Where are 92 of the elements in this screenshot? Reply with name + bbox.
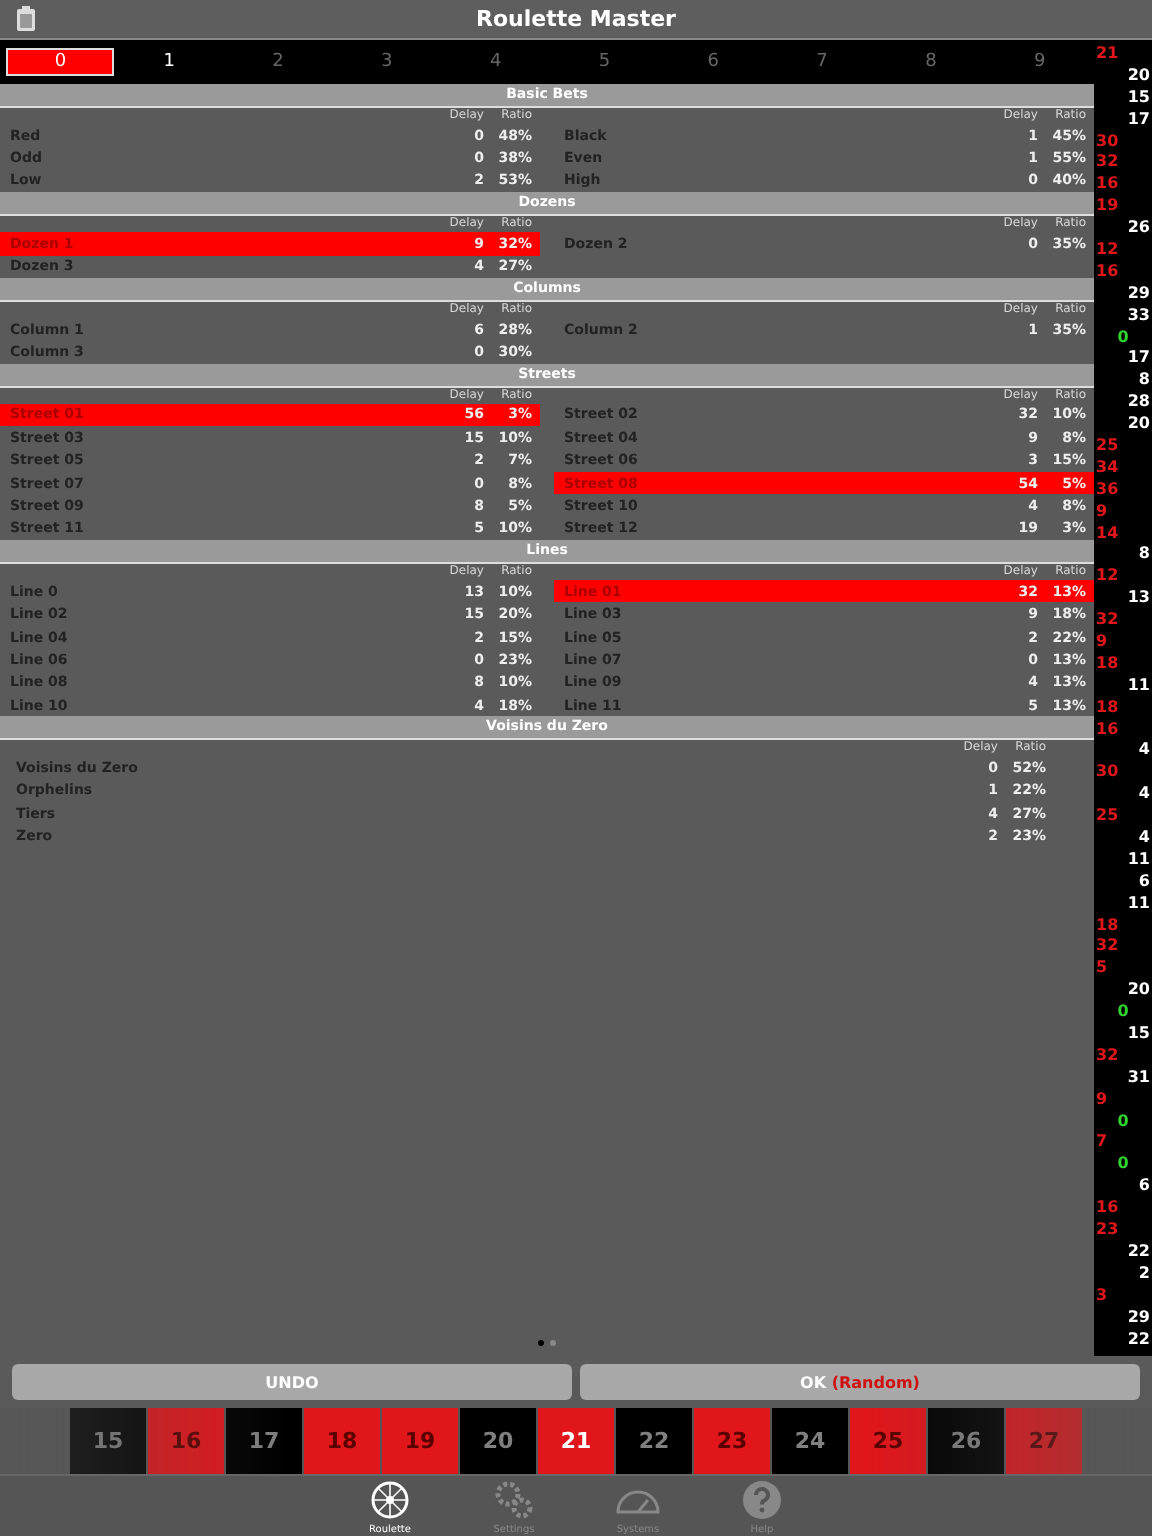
history-number: 0 — [1117, 1154, 1129, 1177]
number-tile[interactable]: 23 — [694, 1408, 770, 1474]
history-number: 28 — [1127, 392, 1150, 415]
page-dot[interactable] — [550, 1339, 556, 1346]
history-number: 9 — [1096, 632, 1108, 654]
history-number: 5 — [1096, 958, 1108, 981]
digit-tab[interactable]: 0 — [6, 47, 115, 76]
history-number: 14 — [1096, 523, 1119, 545]
history-number: 18 — [1096, 697, 1119, 720]
history-number: 19 — [1096, 196, 1119, 219]
number-tile[interactable]: 26 — [928, 1408, 1004, 1474]
history-number: 9 — [1096, 501, 1108, 524]
window-title: Roulette Master — [476, 5, 676, 32]
history-number: 2 — [1138, 1263, 1150, 1286]
history-number: 7 — [1096, 1132, 1108, 1155]
history-number: 16 — [1096, 1198, 1119, 1221]
history-number: 15 — [1127, 87, 1150, 110]
history-number: 8 — [1138, 544, 1150, 567]
history-number: 16 — [1096, 719, 1119, 741]
history-number: 23 — [1096, 1220, 1119, 1242]
history-number: 9 — [1096, 1089, 1108, 1112]
number-tile[interactable]: 27 — [1006, 1408, 1082, 1474]
digit-tab[interactable]: 7 — [767, 49, 877, 74]
history-number: 22 — [1127, 1329, 1150, 1351]
history-number: 6 — [1138, 871, 1150, 894]
history-number: 30 — [1096, 131, 1119, 153]
history-number: 3 — [1096, 1285, 1108, 1308]
history-number: 32 — [1096, 936, 1119, 959]
number-tile[interactable]: 15 — [70, 1408, 146, 1474]
number-tile[interactable]: 21 — [538, 1408, 614, 1474]
history-number: 22 — [1127, 1241, 1150, 1264]
history-number: 6 — [1138, 1176, 1150, 1199]
history-number: 20 — [1127, 414, 1150, 436]
digit-tab[interactable]: 2 — [223, 49, 333, 74]
history-number: 32 — [1096, 610, 1119, 632]
history-number: 11 — [1127, 675, 1150, 698]
history-number: 20 — [1127, 980, 1150, 1003]
history-number: 20 — [1127, 65, 1150, 88]
history-number: 17 — [1127, 109, 1150, 132]
digit-tab[interactable]: 5 — [550, 49, 659, 74]
history-number: 4 — [1138, 828, 1150, 850]
history-number: 31 — [1127, 1067, 1150, 1090]
help-icon — [742, 1480, 782, 1520]
wheel-icon — [370, 1480, 410, 1520]
history-number: 29 — [1127, 283, 1150, 306]
history-number: 21 — [1096, 43, 1119, 66]
digit-tab[interactable]: 6 — [658, 49, 768, 74]
history-number: 32 — [1096, 152, 1119, 175]
number-tile[interactable]: 22 — [616, 1408, 692, 1474]
history-number: 29 — [1127, 1307, 1150, 1329]
history-number: 30 — [1096, 762, 1119, 785]
history-number: 16 — [1096, 174, 1119, 197]
history-number: 33 — [1127, 305, 1150, 328]
history-number: 13 — [1127, 588, 1150, 611]
digit-tab[interactable]: 8 — [876, 49, 986, 74]
ok-button[interactable]: OK (Random) — [580, 1364, 1140, 1401]
digit-tab[interactable]: 3 — [332, 49, 442, 74]
digit-tab[interactable]: 9 — [985, 49, 1095, 74]
history-number: 17 — [1127, 348, 1150, 371]
number-tile[interactable]: 24 — [772, 1408, 848, 1474]
digit-tab[interactable]: 1 — [114, 49, 224, 74]
history-number: 25 — [1096, 806, 1119, 829]
history-number: 12 — [1096, 239, 1119, 262]
number-tile[interactable]: 17 — [226, 1408, 302, 1474]
history-number: 34 — [1096, 457, 1119, 480]
page-dot[interactable] — [538, 1339, 544, 1346]
clipboard-icon[interactable] — [16, 6, 36, 32]
number-tile[interactable]: 20 — [460, 1408, 536, 1474]
digit-tab[interactable]: 4 — [441, 49, 551, 74]
history-number: 12 — [1096, 566, 1119, 589]
history-number: 16 — [1096, 261, 1119, 284]
history-number: 18 — [1096, 915, 1119, 937]
number-tile[interactable]: 19 — [382, 1408, 458, 1474]
history-number: 4 — [1138, 740, 1150, 763]
gears-icon — [494, 1480, 534, 1520]
history-number: 26 — [1127, 218, 1150, 240]
history-number: 18 — [1096, 653, 1119, 676]
history-number: 32 — [1096, 1045, 1119, 1068]
undo-button[interactable]: UNDO — [12, 1364, 572, 1401]
number-tile[interactable]: 25 — [850, 1408, 926, 1474]
history-number: 0 — [1117, 1002, 1129, 1025]
number-tile[interactable]: 18 — [304, 1408, 380, 1474]
history-number: 8 — [1138, 370, 1150, 393]
history-number: 36 — [1096, 479, 1119, 502]
history-number: 25 — [1096, 435, 1119, 458]
history-number: 11 — [1127, 849, 1150, 872]
history-number: 11 — [1127, 893, 1150, 916]
history-number: 0 — [1117, 1111, 1129, 1133]
number-tile[interactable]: 16 — [148, 1408, 224, 1474]
history-number: 15 — [1127, 1024, 1150, 1046]
history-number: 4 — [1138, 784, 1150, 807]
history-number: 0 — [1117, 327, 1129, 349]
